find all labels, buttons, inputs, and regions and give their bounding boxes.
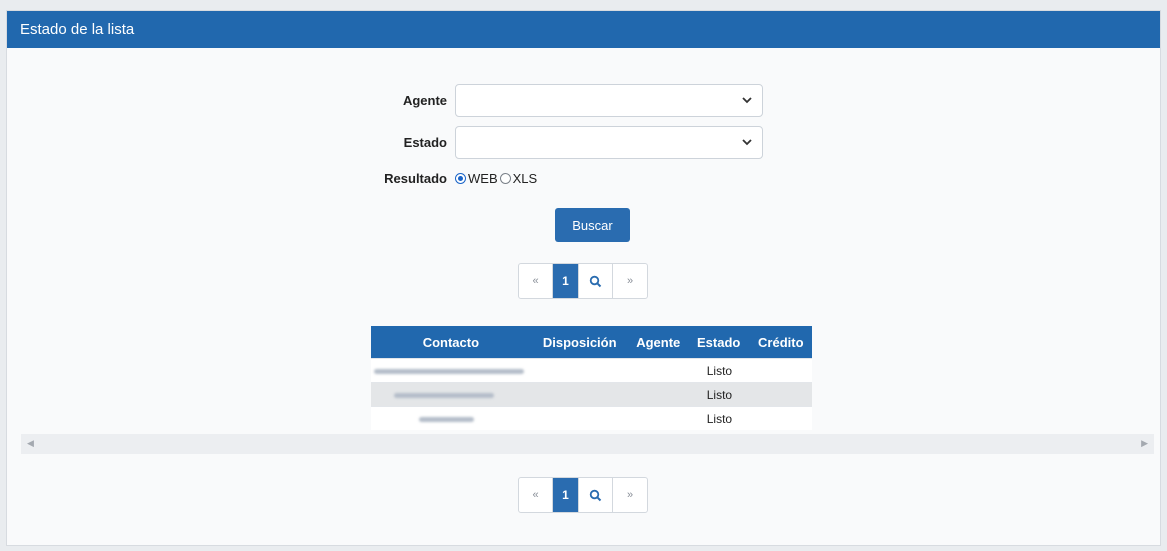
agente-cell [628, 358, 688, 383]
column-agente[interactable]: Agente [628, 326, 688, 359]
scroll-left-icon[interactable]: ◀ [27, 438, 34, 449]
resultado-label: Resultado [384, 171, 447, 186]
pagination-next[interactable]: » [613, 478, 647, 512]
agente-row: Agente [367, 84, 763, 117]
pagination-page[interactable]: 1 [553, 264, 579, 298]
panel-title: Estado de la lista [7, 11, 1160, 48]
search-button[interactable]: Buscar [555, 208, 630, 242]
agente-select[interactable] [455, 84, 763, 117]
contacto-cell [371, 358, 531, 383]
resultado-row: Resultado WEB XLS [367, 171, 537, 186]
disposicion-cell [530, 358, 629, 383]
contacto-cell [371, 406, 531, 430]
contacto-cell [371, 382, 531, 407]
column-disposicion[interactable]: Disposición [530, 326, 629, 359]
pagination-prev[interactable]: « [519, 264, 553, 298]
pagination-search[interactable] [579, 264, 613, 298]
list-status-panel: Estado de la lista Agente Estado Resulta… [6, 10, 1161, 546]
disposicion-cell [530, 406, 629, 430]
radio-xls[interactable] [499, 173, 511, 184]
table-row[interactable]: Listo [371, 358, 812, 383]
radio-xls-label: XLS [512, 171, 538, 186]
credito-cell [749, 382, 812, 407]
agente-label: Agente [402, 93, 447, 108]
agente-cell [628, 382, 688, 407]
estado-cell: Listo [687, 358, 750, 383]
pagination-bottom: « 1 » [518, 477, 648, 513]
table-row[interactable]: Listo [371, 382, 812, 407]
column-contacto[interactable]: Contacto [371, 326, 531, 359]
credito-cell [749, 406, 812, 430]
resultado-radio-group: WEB XLS [455, 171, 537, 186]
horizontal-scrollbar[interactable]: ◀ ▶ [21, 434, 1154, 454]
agente-cell [628, 406, 688, 430]
redacted-contact [394, 392, 494, 398]
estado-row: Estado [367, 126, 763, 159]
pagination-prev[interactable]: « [519, 478, 553, 512]
estado-label: Estado [403, 135, 447, 150]
radio-web[interactable] [455, 173, 466, 184]
estado-cell: Listo [687, 406, 750, 430]
pagination-top: « 1 » [518, 263, 648, 299]
chevron-down-icon [742, 139, 752, 146]
redacted-contact [374, 368, 524, 374]
search-icon [589, 489, 602, 501]
radio-web-label: WEB [468, 171, 498, 186]
pagination-search[interactable] [579, 478, 613, 512]
chevron-down-icon [742, 97, 752, 104]
results-table: Contacto Disposición Agente Estado Crédi… [371, 326, 812, 430]
table-header-row: Contacto Disposición Agente Estado Crédi… [371, 326, 812, 359]
redacted-contact [419, 416, 474, 422]
credito-cell [749, 358, 812, 383]
scroll-right-icon[interactable]: ▶ [1141, 438, 1148, 449]
column-estado[interactable]: Estado [687, 326, 750, 359]
estado-select[interactable] [455, 126, 763, 159]
search-icon [589, 275, 602, 287]
pagination-next[interactable]: » [613, 264, 647, 298]
estado-cell: Listo [687, 382, 750, 407]
pagination-page[interactable]: 1 [553, 478, 579, 512]
column-credito[interactable]: Crédito [749, 326, 812, 359]
table-row[interactable]: Listo [371, 406, 812, 430]
disposicion-cell [530, 382, 629, 407]
